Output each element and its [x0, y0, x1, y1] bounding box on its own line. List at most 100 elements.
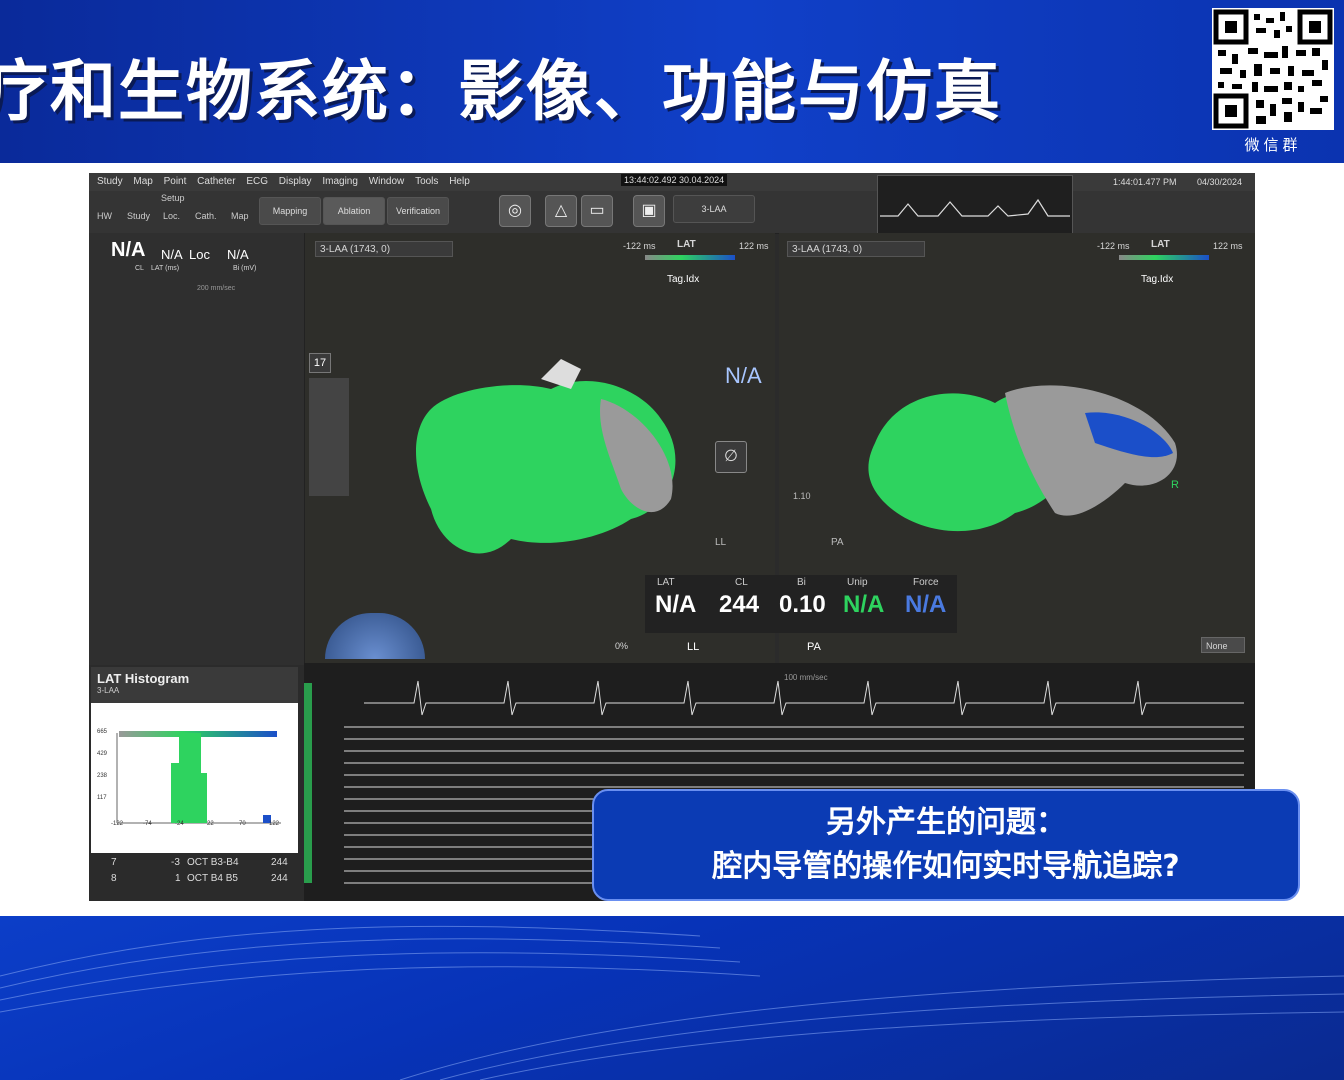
x-tick-5: 70	[239, 821, 246, 827]
callout-line-2: 腔内导管的操作如何实时导航追踪?	[712, 849, 1180, 884]
qr-code	[1212, 8, 1334, 130]
histogram-subtitle: 3-LAA	[97, 686, 120, 695]
x-tick-4: 22	[207, 821, 214, 827]
readout-force-value: N/A	[905, 591, 947, 618]
menu-point[interactable]: Point	[164, 176, 187, 187]
readout-bi-value: 0.10	[779, 591, 826, 618]
tab-loc[interactable]: Loc.	[163, 211, 180, 221]
left-tag-label: Tag.Idx	[667, 274, 700, 285]
catheter-readout: LAT N/A CL 244 Bi 0.10 Unip N/A Force N/…	[645, 575, 957, 633]
cl-value: N/A	[111, 239, 146, 261]
toolbar: Setup HW Study Loc. Cath. Map Mapping Ab…	[89, 191, 1255, 234]
menu-ecg[interactable]: ECG	[246, 176, 268, 187]
menu-study[interactable]: Study	[97, 176, 123, 187]
left-scale-max: 122 ms	[739, 241, 769, 251]
histogram-header: LAT Histogram 3-LAA	[91, 667, 298, 703]
counter-box[interactable]: 17	[309, 353, 331, 373]
map-name-box[interactable]: 3-LAA	[673, 195, 755, 223]
timestamp-center: 13:44:02.492 30.04.2024	[621, 174, 728, 186]
footer-wave-lines	[0, 925, 1344, 1080]
layers-icon[interactable]: ▣	[633, 195, 665, 227]
bi-label: Bi (mV)	[233, 265, 257, 272]
right-scale-mid: LAT	[1151, 239, 1170, 250]
readout-lat-value: N/A	[655, 591, 697, 618]
slide-title: 疗和生物系统：影像、功能与仿真	[0, 53, 1002, 130]
callout-line-1: 另外产生的问题：	[826, 805, 1066, 840]
tab-hw[interactable]: HW	[97, 211, 112, 221]
verification-tab[interactable]: Verification	[387, 197, 449, 225]
lat-value: N/A	[161, 247, 183, 262]
readout-force-label: Force	[913, 577, 939, 588]
slide-footer	[0, 916, 1344, 1080]
mapping-tab[interactable]: Mapping	[259, 197, 321, 225]
cl-label: CL	[135, 265, 144, 272]
right-map-select[interactable]: 3-LAA (1743, 0)	[787, 241, 925, 257]
y-tick-429: 429	[97, 751, 108, 757]
loc-label: Loc	[189, 247, 210, 262]
pa-label: PA	[831, 537, 844, 548]
r-marker: R	[1171, 479, 1179, 491]
y-tick-238: 238	[97, 773, 108, 779]
right-bottom-label: PA	[807, 641, 821, 653]
ablation-tab[interactable]: Ablation	[323, 197, 385, 225]
menu-imaging[interactable]: Imaging	[322, 176, 358, 187]
setup-label: Setup	[161, 193, 185, 203]
bi-value: N/A	[227, 247, 249, 262]
menu-tools[interactable]: Tools	[415, 176, 438, 187]
menu-display[interactable]: Display	[279, 176, 312, 187]
slide-header: 疗和生物系统：影像、功能与仿真 微信群	[0, 0, 1344, 163]
lat-histogram-panel: LAT Histogram 3-LAA 665 429 238 117 -122…	[91, 667, 298, 899]
histogram-plot	[116, 731, 281, 824]
readout-cl-label: CL	[735, 577, 748, 588]
monitor-icon[interactable]: ▭	[581, 195, 613, 227]
trace-speed: 100 mm/sec	[784, 673, 828, 682]
row-8-idx: 8	[111, 873, 117, 884]
row-8-name: OCT B4 B5	[187, 873, 238, 884]
catheter-icon[interactable]: ◎	[499, 195, 531, 227]
row-8-val: 1	[175, 873, 181, 884]
menu-help[interactable]: Help	[449, 176, 470, 187]
left-heart-map	[416, 359, 676, 554]
sweep-speed: 200 mm/sec	[197, 285, 236, 292]
lat-label: LAT (ms)	[151, 265, 180, 272]
menu-map[interactable]: Map	[133, 176, 152, 187]
readout-cl-value: 244	[719, 591, 760, 618]
left-pct: 0%	[615, 641, 629, 651]
tab-study[interactable]: Study	[127, 211, 150, 221]
left-tool-strip	[309, 378, 349, 496]
row-7-name: OCT B3-B4	[187, 857, 239, 868]
right-scale-min: -122 ms	[1097, 241, 1130, 251]
menu-window[interactable]: Window	[369, 176, 405, 187]
x-tick-1: -122	[111, 821, 124, 827]
clock-time: 1:44:01.477 PM	[1113, 177, 1177, 187]
row-7-idx: 7	[111, 857, 117, 868]
tab-cath[interactable]: Cath.	[195, 211, 217, 221]
row-7-val: -3	[171, 857, 180, 868]
readout-unip-value: N/A	[843, 591, 885, 618]
left-lat-colorbar	[645, 255, 735, 260]
x-tick-3: -24	[175, 821, 184, 827]
left-scale-min: -122 ms	[623, 241, 656, 251]
row-8-cl: 244	[271, 873, 288, 884]
row-7-cl: 244	[271, 857, 288, 868]
left-scale-mid: LAT	[677, 239, 696, 250]
qr-label: 微信群	[1244, 136, 1302, 154]
question-callout: 另外产生的问题： 腔内导管的操作如何实时导航追踪?	[592, 789, 1300, 901]
none-select[interactable]: None	[1201, 637, 1245, 653]
histogram-title: LAT Histogram	[97, 671, 190, 686]
left-map-select[interactable]: 3-LAA (1743, 0)	[315, 241, 453, 257]
y-tick-117: 117	[97, 795, 107, 801]
tab-map[interactable]: Map	[231, 211, 249, 221]
slider-value: 1.10	[793, 491, 811, 501]
readout-lat-label: LAT	[657, 577, 675, 588]
ll-label: LL	[715, 537, 727, 548]
left-bottom-label: LL	[687, 641, 700, 653]
right-scale-max: 122 ms	[1213, 241, 1243, 251]
pin-icon[interactable]: ∅	[715, 441, 747, 473]
na-badge: N/A	[725, 363, 762, 388]
right-lat-colorbar	[1119, 255, 1209, 260]
menu-catheter[interactable]: Catheter	[197, 176, 235, 187]
catheter-table: 7 -3 OCT B3-B4 244 8 1 OCT B4 B5 244	[91, 853, 298, 899]
triangle-icon[interactable]: △	[545, 195, 577, 227]
orientation-dial[interactable]	[325, 613, 425, 659]
